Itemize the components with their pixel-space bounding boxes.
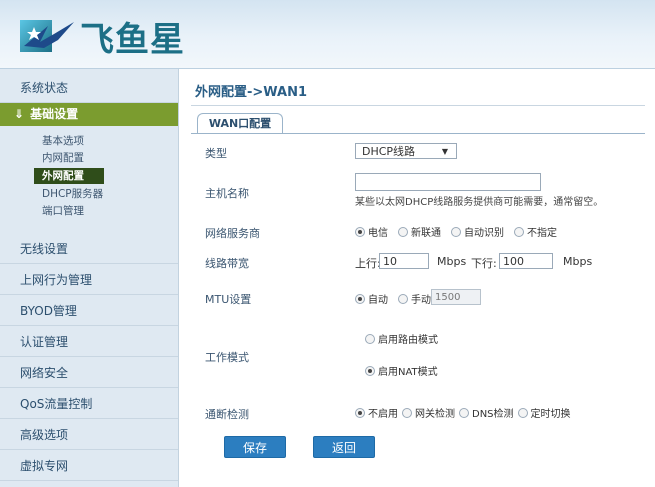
sidebar-subitem-lan-config[interactable]: 内网配置 bbox=[42, 150, 162, 166]
sidebar-subitem-port-management[interactable]: 端口管理 bbox=[42, 203, 162, 219]
isp-option-telecom[interactable]: 电信 bbox=[355, 224, 388, 239]
sidebar-item-qos[interactable]: QoS流量控制 bbox=[0, 389, 178, 419]
radio-icon bbox=[517, 407, 528, 418]
sidebar-item-wireless[interactable]: 无线设置 bbox=[0, 234, 178, 264]
sidebar-item-network-security[interactable]: 网络安全 bbox=[0, 358, 178, 388]
detect-option-dns[interactable]: DNS检测 bbox=[459, 405, 514, 420]
bandwidth-label: 线路带宽 bbox=[205, 257, 249, 270]
isp-radio-group: 电信 新联通 自动识别 不指定 bbox=[355, 224, 567, 239]
double-chevron-down-icon: ⇓ bbox=[14, 107, 25, 121]
upload-label: 上行: bbox=[355, 257, 381, 270]
isp-option-auto[interactable]: 自动识别 bbox=[451, 224, 504, 239]
upload-input[interactable]: 10 bbox=[379, 253, 429, 269]
mtu-option-manual[interactable]: 手动 bbox=[398, 291, 431, 306]
hostname-hint: 某些以太网DHCP线路服务提供商可能需要，通常留空。 bbox=[355, 197, 604, 208]
brand-logo: 飞鱼星 bbox=[18, 14, 185, 60]
detect-option-gateway[interactable]: 网关检测 bbox=[402, 405, 455, 420]
back-button[interactable]: 返回 bbox=[313, 436, 375, 458]
hostname-input[interactable] bbox=[355, 173, 541, 191]
main-panel: 外网配置->WAN1 WAN口配置 类型 DHCP线路 ▼ 主机名称 某些以太网… bbox=[179, 69, 655, 487]
sidebar-item-advanced[interactable]: 高级选项 bbox=[0, 420, 178, 450]
upload-unit: Mbps bbox=[437, 255, 467, 268]
type-label: 类型 bbox=[205, 147, 227, 160]
brand-name: 飞鱼星 bbox=[80, 19, 185, 60]
sidebar-item-behavior-management[interactable]: 上网行为管理 bbox=[0, 265, 178, 295]
sidebar-item-byod[interactable]: BYOD管理 bbox=[0, 296, 178, 326]
isp-option-none[interactable]: 不指定 bbox=[514, 224, 557, 239]
tab-divider bbox=[191, 133, 645, 134]
mode-option-route[interactable]: 启用路由模式 bbox=[365, 331, 438, 346]
mode-option-nat[interactable]: 启用NAT模式 bbox=[365, 363, 438, 378]
download-input[interactable]: 100 bbox=[499, 253, 553, 269]
radio-icon bbox=[451, 226, 461, 237]
sidebar-subitem-dhcp-server[interactable]: DHCP服务器 bbox=[42, 186, 162, 202]
mtu-input[interactable]: 1500 bbox=[431, 289, 481, 305]
radio-icon bbox=[398, 226, 408, 237]
sidebar: 系统状态 ⇓ 基础设置 基本选项 内网配置 外网配置 DHCP服务器 端口管理 无… bbox=[0, 69, 179, 487]
detect-label: 通断检测 bbox=[205, 408, 249, 421]
mtu-radio-group: 自动 手动 bbox=[355, 291, 431, 306]
tab-wan-config[interactable]: WAN口配置 bbox=[197, 113, 283, 134]
radio-icon bbox=[365, 365, 375, 376]
detect-radio-group: 不启用 网关检测 DNS检测 定时切换 bbox=[355, 405, 571, 420]
type-select[interactable]: DHCP线路 ▼ bbox=[355, 143, 457, 159]
save-button[interactable]: 保存 bbox=[224, 436, 286, 458]
download-unit: Mbps bbox=[563, 255, 593, 268]
mtu-label: MTU设置 bbox=[205, 293, 252, 306]
type-select-value: DHCP线路 bbox=[362, 145, 416, 158]
hostname-label: 主机名称 bbox=[205, 187, 249, 200]
breadcrumb: 外网配置->WAN1 bbox=[195, 85, 308, 100]
sidebar-subitem-basic-options[interactable]: 基本选项 bbox=[42, 133, 162, 149]
sidebar-item-vpn[interactable]: 虚拟专网 bbox=[0, 451, 178, 481]
work-mode-label: 工作模式 bbox=[205, 351, 249, 364]
radio-icon bbox=[355, 293, 365, 304]
radio-icon bbox=[365, 333, 375, 344]
detect-option-timer[interactable]: 定时切换 bbox=[517, 405, 571, 420]
radio-icon bbox=[398, 293, 408, 304]
sidebar-group-basic-settings[interactable]: ⇓ 基础设置 bbox=[0, 103, 178, 126]
sidebar-item-auth[interactable]: 认证管理 bbox=[0, 327, 178, 357]
divider bbox=[191, 105, 645, 106]
isp-option-unicom[interactable]: 新联通 bbox=[398, 224, 441, 239]
dropdown-arrow-icon: ▼ bbox=[441, 147, 448, 156]
sidebar-group-label: 基础设置 bbox=[30, 107, 79, 121]
sidebar-item-system-status[interactable]: 系统状态 bbox=[0, 73, 178, 103]
sidebar-subitem-wan-config[interactable]: 外网配置 bbox=[34, 168, 104, 184]
radio-icon bbox=[355, 407, 365, 418]
app-header: 飞鱼星 bbox=[0, 0, 655, 69]
flying-fish-logo-icon bbox=[20, 20, 74, 52]
radio-icon bbox=[514, 226, 524, 237]
mtu-option-auto[interactable]: 自动 bbox=[355, 291, 388, 306]
radio-icon bbox=[459, 407, 469, 418]
download-label: 下行: bbox=[471, 257, 497, 270]
isp-label: 网络服务商 bbox=[205, 227, 260, 240]
radio-icon bbox=[402, 407, 412, 418]
detect-option-off[interactable]: 不启用 bbox=[355, 405, 398, 420]
radio-icon bbox=[355, 226, 365, 237]
